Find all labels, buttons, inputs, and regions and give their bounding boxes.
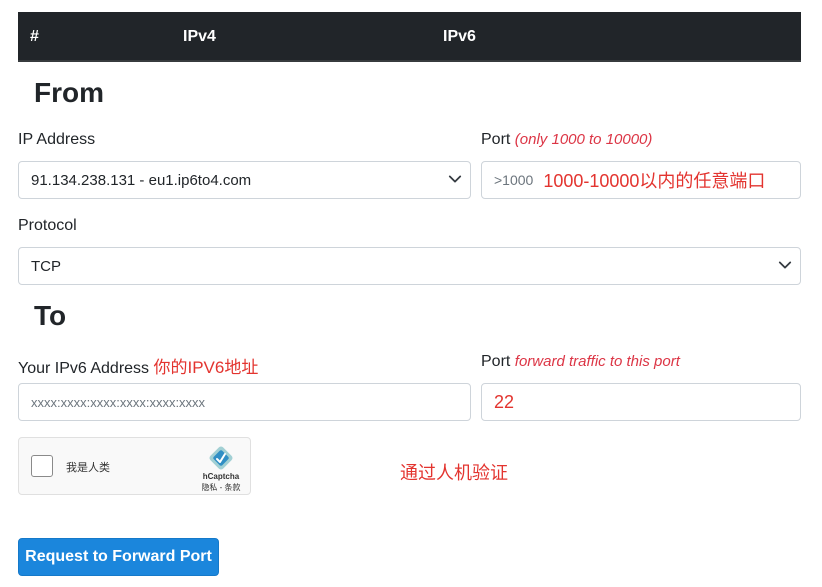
captcha-checkbox[interactable] xyxy=(31,455,53,477)
ipv6-address-label-text: Your IPv6 Address xyxy=(18,360,150,377)
ipv6-address-label: Your IPv6 Address 你的IPV6地址 xyxy=(18,353,258,378)
protocol-label-text: Protocol xyxy=(18,217,77,234)
to-port-input[interactable]: 22 xyxy=(481,383,801,421)
from-port-annotation: 1000-10000以内的任意端口 xyxy=(543,171,766,191)
table-header: # IPv4 IPv6 xyxy=(18,12,801,62)
protocol-select-value: TCP xyxy=(31,257,61,275)
hcaptcha-logo-icon xyxy=(209,446,233,470)
to-heading: To xyxy=(34,300,67,331)
to-port-hint: forward traffic to this port xyxy=(514,353,680,370)
to-port-value: 22 xyxy=(494,391,515,412)
hcaptcha-terms-link[interactable]: 隐私 - 条款 xyxy=(195,482,247,493)
to-port-label: Port forward traffic to this port xyxy=(481,353,680,371)
ipv6-address-input[interactable]: xxxx:xxxx:xxxx:xxxx:xxxx:xxxx xyxy=(18,383,471,421)
ip-address-select-value: 91.134.238.131 - eu1.ip6to4.com xyxy=(31,171,252,189)
from-port-input[interactable]: >1000 1000-10000以内的任意端口 xyxy=(481,161,801,199)
chevron-down-icon xyxy=(778,261,792,269)
to-port-label-text: Port xyxy=(481,353,511,370)
from-heading: From xyxy=(34,77,104,108)
captcha-checkbox-label: 我是人类 xyxy=(66,462,110,474)
column-header-ipv6: IPv6 xyxy=(443,28,476,45)
page: # IPv4 IPv6 From IP Address 91.134.238.1… xyxy=(0,0,822,587)
ip-address-label-text: IP Address xyxy=(18,131,96,148)
from-port-label: Port (only 1000 to 10000) xyxy=(481,131,652,149)
captcha-annotation: 通过人机验证 xyxy=(400,463,508,483)
protocol-label: Protocol xyxy=(18,217,77,235)
from-port-placeholder: >1000 xyxy=(494,172,534,188)
request-forward-port-button[interactable]: Request to Forward Port xyxy=(18,538,219,576)
column-header-ipv4: IPv4 xyxy=(183,28,216,45)
ipv6-annotation: 你的IPV6地址 xyxy=(153,358,259,377)
protocol-select[interactable]: TCP xyxy=(18,247,801,285)
hcaptcha-brand: hCaptcha xyxy=(202,472,240,481)
hcaptcha-widget: 我是人类 hCaptcha 隐私 - 条款 xyxy=(18,437,251,495)
ipv6-address-placeholder: xxxx:xxxx:xxxx:xxxx:xxxx:xxxx xyxy=(31,394,206,410)
column-header-number: # xyxy=(30,28,39,45)
ip-address-label: IP Address xyxy=(18,131,95,149)
from-port-hint: (only 1000 to 10000) xyxy=(514,131,653,148)
chevron-down-icon xyxy=(448,175,462,183)
from-port-label-text: Port xyxy=(481,131,511,148)
ip-address-select[interactable]: 91.134.238.131 - eu1.ip6to4.com xyxy=(18,161,471,199)
